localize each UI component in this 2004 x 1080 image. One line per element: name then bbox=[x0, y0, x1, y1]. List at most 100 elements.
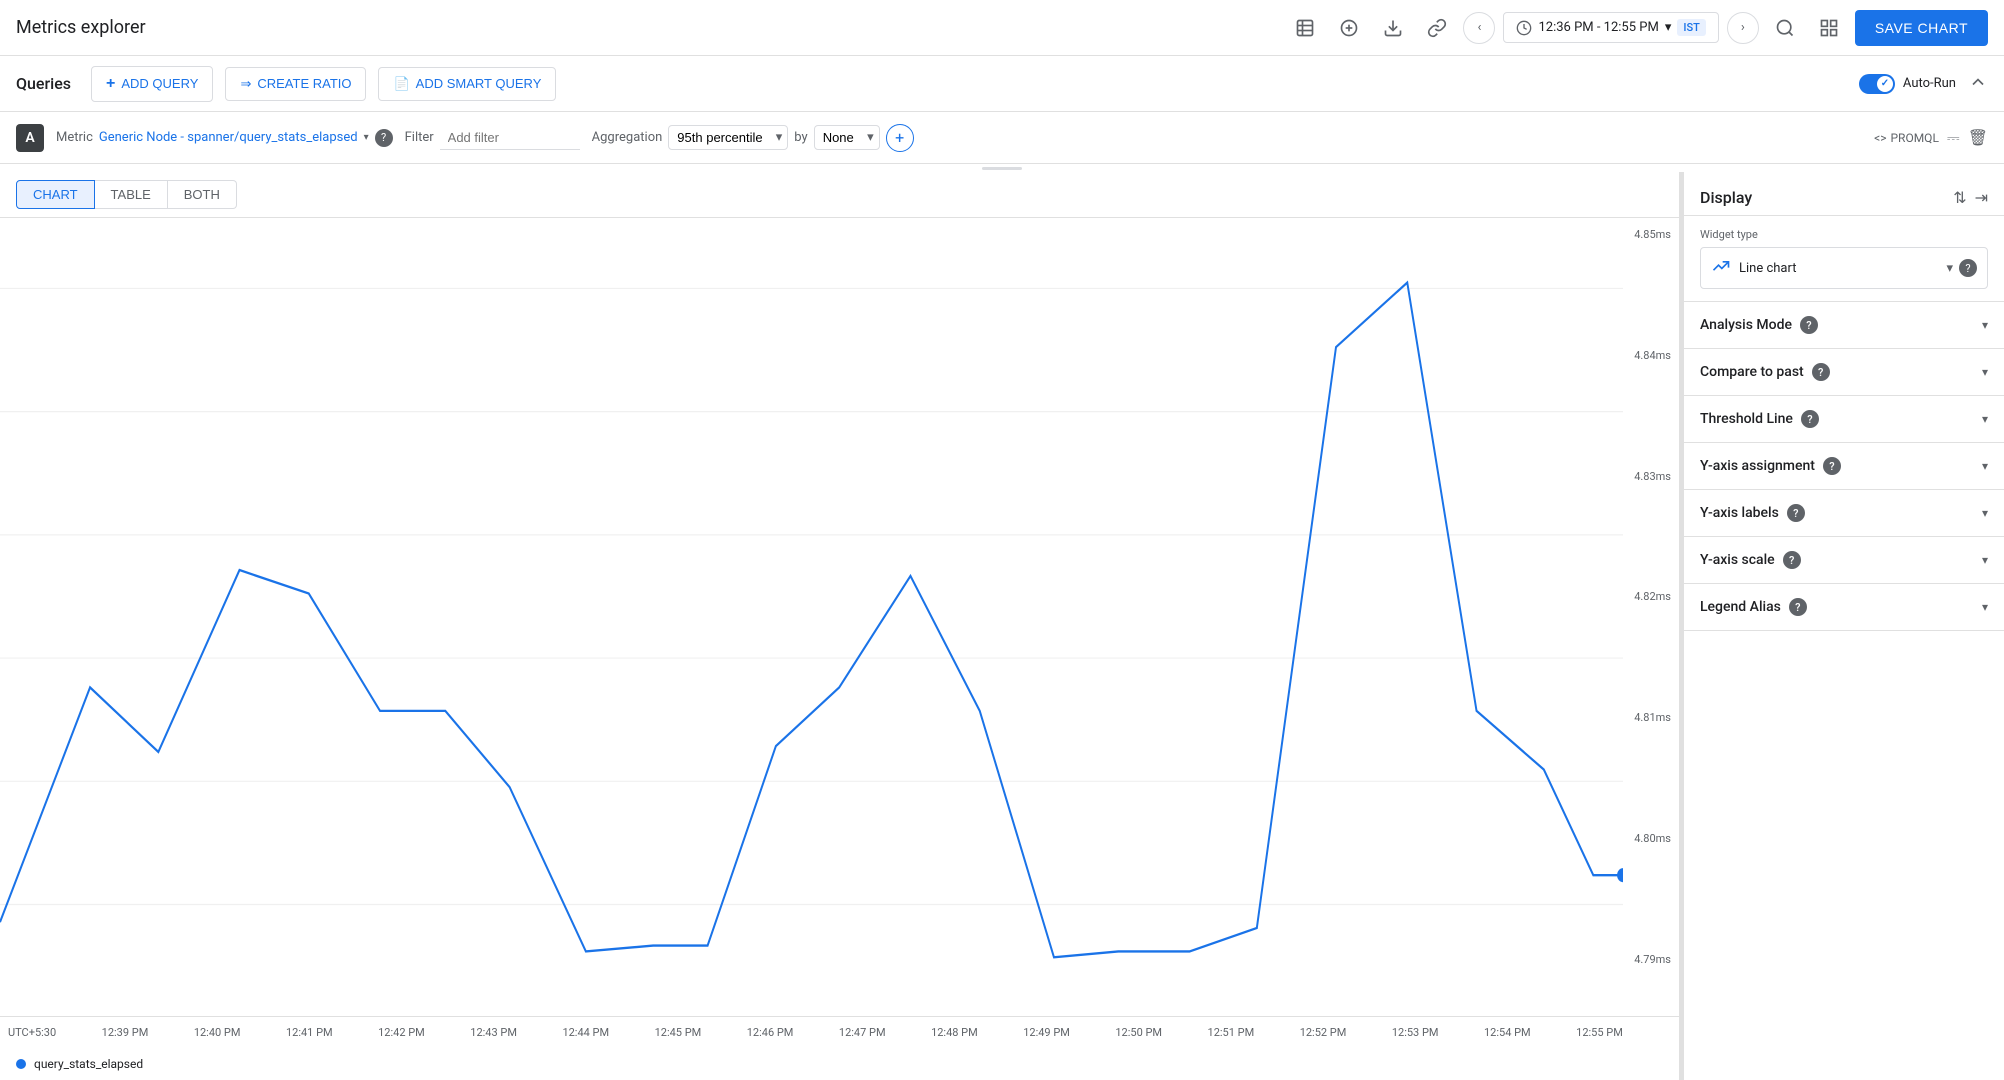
accordion-analysis-mode-title: Analysis Mode ? bbox=[1700, 316, 1818, 334]
tab-table[interactable]: TABLE bbox=[95, 180, 168, 209]
time-range-arrow: ▾ bbox=[1665, 20, 1672, 35]
chart-line bbox=[0, 283, 1623, 958]
widget-type-help[interactable]: ? bbox=[1959, 259, 1977, 277]
y-axis-labels-chevron: ▾ bbox=[1982, 506, 1988, 520]
metric-help-icon[interactable]: ? bbox=[375, 129, 393, 147]
analysis-mode-chevron: ▾ bbox=[1982, 318, 1988, 332]
copy-icon[interactable]: ⎓ bbox=[1947, 128, 1960, 148]
x-label-1: 12:39 PM bbox=[102, 1026, 149, 1039]
chart-endpoint-dot bbox=[1617, 868, 1623, 882]
compare-past-help[interactable]: ? bbox=[1812, 363, 1830, 381]
accordion-analysis-mode-header[interactable]: Analysis Mode ? ▾ bbox=[1684, 302, 2004, 348]
x-label-11: 12:49 PM bbox=[1023, 1026, 1070, 1039]
create-ratio-button[interactable]: ⇒ CREATE RATIO bbox=[225, 67, 366, 101]
table-icon-btn[interactable] bbox=[1287, 10, 1323, 46]
smart-query-icon: 📄 bbox=[393, 76, 409, 92]
time-range-selector[interactable]: 12:36 PM - 12:55 PM ▾ IST bbox=[1503, 12, 1718, 43]
accordion-legend-alias-header[interactable]: Legend Alias ? ▾ bbox=[1684, 584, 2004, 630]
accordion-y-axis-scale-header[interactable]: Y-axis scale ? ▾ bbox=[1684, 537, 2004, 583]
add-query-label: ADD QUERY bbox=[121, 76, 198, 91]
top-bar: Metrics explorer ‹ 12:36 PM - 12:55 PM ▾… bbox=[0, 0, 2004, 56]
panel-sort-icon[interactable]: ⇅ bbox=[1953, 188, 1966, 207]
x-label-16: 12:54 PM bbox=[1484, 1026, 1531, 1039]
grid-icon-btn[interactable] bbox=[1811, 10, 1847, 46]
legend-dot bbox=[16, 1059, 26, 1069]
nav-prev-btn[interactable]: ‹ bbox=[1463, 12, 1495, 44]
queries-bar: Queries + ADD QUERY ⇒ CREATE RATIO 📄 ADD… bbox=[0, 56, 2004, 112]
accordion-compare-to-past-title: Compare to past ? bbox=[1700, 363, 1830, 381]
save-chart-button[interactable]: SAVE CHART bbox=[1855, 10, 1988, 46]
x-label-4: 12:42 PM bbox=[378, 1026, 425, 1039]
auto-run-label: Auto-Run bbox=[1903, 76, 1956, 91]
y-label-4: 4.81ms bbox=[1634, 711, 1671, 724]
accordion-y-axis-labels-header[interactable]: Y-axis labels ? ▾ bbox=[1684, 490, 2004, 536]
x-label-14: 12:52 PM bbox=[1300, 1026, 1347, 1039]
drag-handle[interactable] bbox=[0, 164, 2004, 172]
compare-past-chevron: ▾ bbox=[1982, 365, 1988, 379]
toggle-knob: ✓ bbox=[1877, 76, 1893, 92]
download-icon-btn[interactable] bbox=[1375, 10, 1411, 46]
x-label-3: 12:41 PM bbox=[286, 1026, 333, 1039]
by-select[interactable]: None bbox=[814, 125, 880, 150]
aggregation-wrapper: 95th percentile Mean Sum Min Max bbox=[668, 125, 788, 150]
add-smart-query-button[interactable]: 📄 ADD SMART QUERY bbox=[378, 67, 556, 101]
x-label-7: 12:45 PM bbox=[655, 1026, 702, 1039]
metric-field-label: Metric bbox=[56, 130, 93, 145]
app-title: Metrics explorer bbox=[16, 17, 146, 38]
y-axis-scale-help[interactable]: ? bbox=[1783, 551, 1801, 569]
accordion-threshold-line-header[interactable]: Threshold Line ? ▾ bbox=[1684, 396, 2004, 442]
x-label-2: 12:40 PM bbox=[194, 1026, 241, 1039]
tab-chart[interactable]: CHART bbox=[16, 180, 95, 209]
chart-tabs: CHART TABLE BOTH bbox=[0, 172, 1679, 218]
tab-both[interactable]: BOTH bbox=[168, 180, 237, 209]
auto-run-toggle[interactable]: ✓ Auto-Run bbox=[1859, 74, 1956, 94]
x-label-10: 12:48 PM bbox=[931, 1026, 978, 1039]
promql-label: PROMQL bbox=[1890, 131, 1938, 145]
main-content: CHART TABLE BOTH 4.85ms 4.84ms 4.83ms 4.… bbox=[0, 172, 2004, 1080]
filter-field: Filter bbox=[405, 126, 580, 150]
collapse-button[interactable] bbox=[1968, 72, 1988, 96]
metric-dropdown-arrow[interactable]: ▾ bbox=[364, 132, 369, 143]
metric-value[interactable]: Generic Node - spanner/query_stats_elaps… bbox=[99, 130, 358, 145]
link-icon-btn[interactable] bbox=[1419, 10, 1455, 46]
nav-next-btn[interactable]: › bbox=[1727, 12, 1759, 44]
accordion-compare-to-past-header[interactable]: Compare to past ? ▾ bbox=[1684, 349, 2004, 395]
threshold-line-help[interactable]: ? bbox=[1801, 410, 1819, 428]
aggregation-select[interactable]: 95th percentile Mean Sum Min Max bbox=[668, 125, 788, 150]
panel-collapse-icon[interactable]: ⇥ bbox=[1975, 188, 1988, 207]
accordion-y-axis-scale: Y-axis scale ? ▾ bbox=[1684, 537, 2004, 584]
widget-type-inner: Line chart bbox=[1711, 256, 1796, 280]
queries-bar-right: ✓ Auto-Run bbox=[1859, 72, 1988, 96]
search-icon bbox=[1775, 18, 1795, 38]
accordion-compare-to-past: Compare to past ? ▾ bbox=[1684, 349, 2004, 396]
search-icon-btn[interactable] bbox=[1767, 10, 1803, 46]
toggle-track[interactable]: ✓ bbox=[1859, 74, 1895, 94]
widget-type-dropdown[interactable]: ▾ bbox=[1946, 261, 1953, 276]
y-label-2: 4.83ms bbox=[1634, 470, 1671, 483]
create-ratio-icon: ⇒ bbox=[240, 76, 251, 92]
y-axis-assignment-help[interactable]: ? bbox=[1823, 457, 1841, 475]
add-icon-btn[interactable] bbox=[1331, 10, 1367, 46]
y-axis-scale-chevron: ▾ bbox=[1982, 553, 1988, 567]
analysis-mode-help[interactable]: ? bbox=[1800, 316, 1818, 334]
widget-type-controls: ▾ ? bbox=[1946, 259, 1977, 277]
query-row: A Metric Generic Node - spanner/query_st… bbox=[0, 112, 2004, 164]
x-label-13: 12:51 PM bbox=[1208, 1026, 1255, 1039]
delete-icon[interactable]: 🗑 bbox=[1968, 128, 1988, 147]
promql-button[interactable]: <> PROMQL bbox=[1874, 131, 1939, 145]
clock-icon bbox=[1516, 20, 1532, 36]
widget-type-select[interactable]: Line chart ▾ ? bbox=[1700, 247, 1988, 289]
legend-alias-help[interactable]: ? bbox=[1789, 598, 1807, 616]
y-axis-assignment-chevron: ▾ bbox=[1982, 459, 1988, 473]
add-group-by-btn[interactable]: + bbox=[886, 124, 914, 152]
accordion-y-axis-assignment-title: Y-axis assignment ? bbox=[1700, 457, 1841, 475]
create-ratio-label: CREATE RATIO bbox=[257, 76, 351, 91]
filter-input[interactable] bbox=[440, 126, 580, 150]
y-axis-labels-help[interactable]: ? bbox=[1787, 504, 1805, 522]
add-smart-query-label: ADD SMART QUERY bbox=[416, 76, 542, 91]
chart-svg-container: 4.85ms 4.84ms 4.83ms 4.82ms 4.81ms 4.80m… bbox=[0, 218, 1679, 1016]
accordion-y-axis-assignment-header[interactable]: Y-axis assignment ? ▾ bbox=[1684, 443, 2004, 489]
widget-type-value: Line chart bbox=[1739, 261, 1796, 276]
add-query-button[interactable]: + ADD QUERY bbox=[91, 66, 213, 102]
timezone-badge: IST bbox=[1677, 19, 1705, 36]
